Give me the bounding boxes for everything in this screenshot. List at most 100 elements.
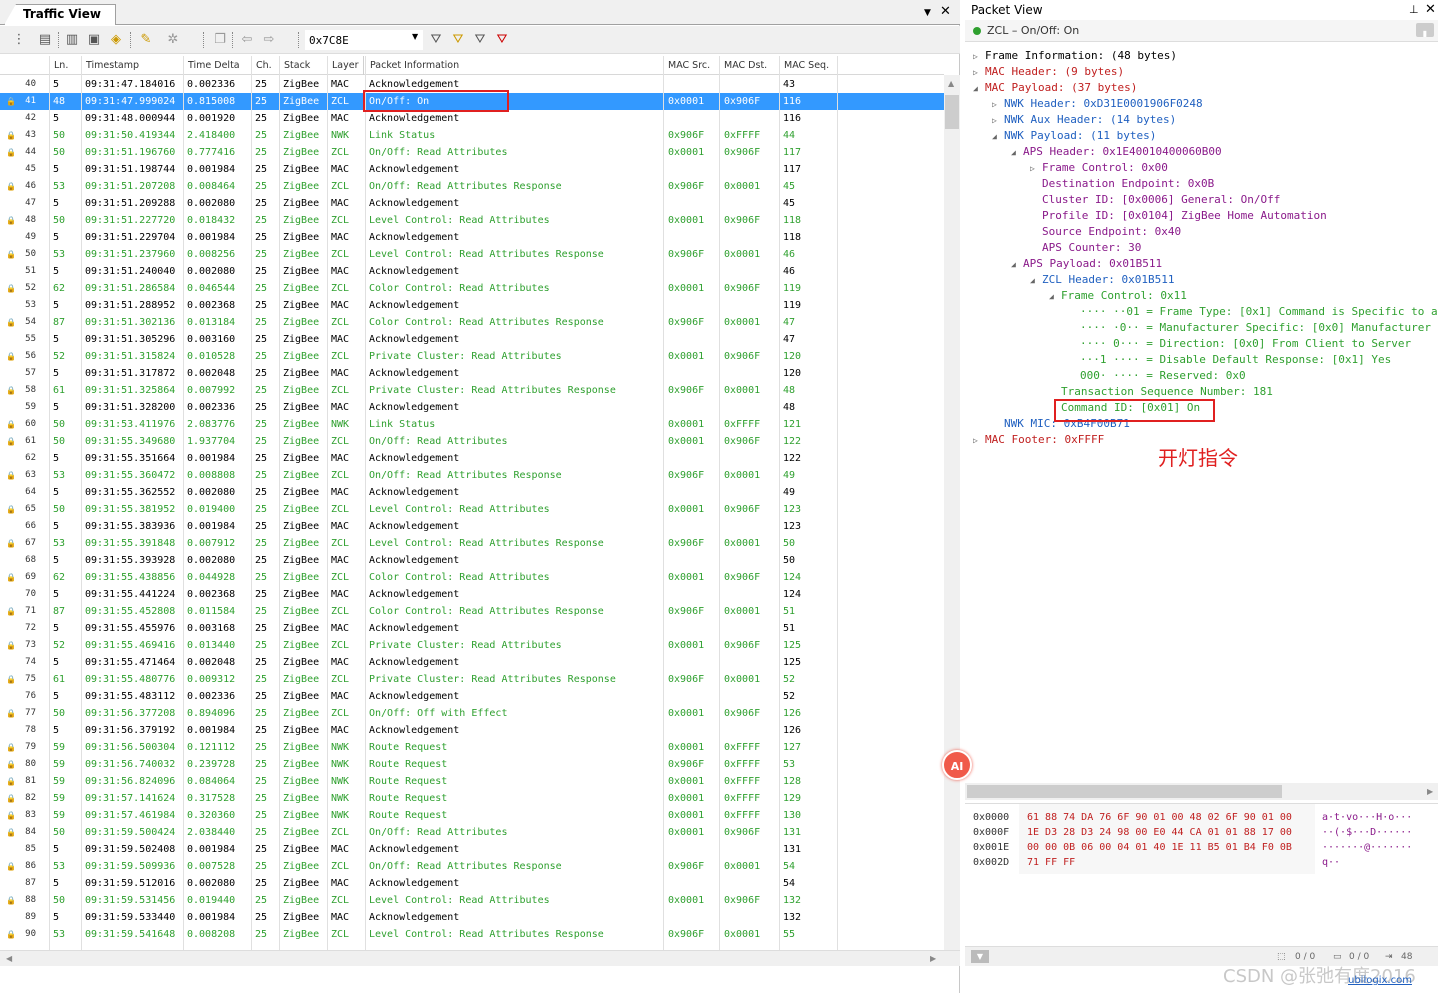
column-header-timestamp[interactable]: Timestamp — [82, 56, 184, 75]
table-row[interactable]: 🔒 46 53 09:31:51.207208 0.008464 25 ZigBee ZCL O… — [0, 178, 944, 195]
table-row[interactable]: 🔒 61 50 09:31:55.349680 1.937704 25 ZigBee ZCL O… — [0, 433, 944, 450]
table-row[interactable]: 87 5 09:31:59.512016 0.002080 25 ZigBee MAC Ack… — [0, 875, 944, 892]
filter-icon[interactable]: ⛛ — [427, 31, 445, 49]
table-row[interactable]: 🔒 43 50 09:31:50.419344 2.418400 25 ZigBee NWK L… — [0, 127, 944, 144]
table-row[interactable]: 🔒 60 50 09:31:53.411976 2.083776 25 ZigBee NWK L… — [0, 416, 944, 433]
collapsed-icon[interactable]: ▷ — [973, 433, 985, 449]
tree-node[interactable]: ▷ MAC Header: (9 bytes) — [973, 64, 1124, 80]
column-header-packet-information[interactable]: Packet Information — [366, 56, 664, 75]
collapsed-icon[interactable]: ▷ — [992, 113, 1004, 129]
vertical-scrollbar[interactable]: ▲ — [944, 75, 960, 950]
scroll-left-icon[interactable]: ◀ — [6, 954, 12, 963]
table-row[interactable]: 🔒 81 59 09:31:56.824096 0.084064 25 ZigBee NWK R… — [0, 773, 944, 790]
dropdown-icon[interactable]: ▼ — [924, 8, 931, 18]
filter-dropdown-icon[interactable]: ▼ — [412, 32, 418, 41]
table-row[interactable]: 🔒 54 87 09:31:51.302136 0.013184 25 ZigBee ZCL C… — [0, 314, 944, 331]
export-icon[interactable]: ◈ — [107, 31, 125, 49]
table-row[interactable]: 🔒 50 53 09:31:51.237960 0.008256 25 ZigBee ZCL L… — [0, 246, 944, 263]
tree-node[interactable]: Transaction Sequence Number: 181 — [1049, 384, 1273, 400]
save-icon[interactable]: ▤ — [36, 31, 54, 49]
column-header-ln[interactable]: Ln. — [50, 56, 82, 75]
table-row[interactable]: 🔒 63 53 09:31:55.360472 0.008808 25 ZigBee ZCL O… — [0, 467, 944, 484]
table-row[interactable]: 53 5 09:31:51.288952 0.002368 25 ZigBee MAC Ack… — [0, 297, 944, 314]
table-row[interactable]: 🔒 73 52 09:31:55.469416 0.013440 25 ZigBee ZCL P… — [0, 637, 944, 654]
back-icon[interactable]: ⇦ — [238, 31, 256, 49]
tree-node[interactable]: ▷ Frame Information: (48 bytes) — [973, 48, 1177, 64]
tree-node[interactable]: ◢ Frame Control: 0x11 — [1049, 288, 1187, 304]
tree-node[interactable]: 000· ···· = Reserved: 0x0 — [1068, 368, 1246, 384]
table-row[interactable]: 🔒 80 59 09:31:56.740032 0.239728 25 ZigBee NWK R… — [0, 756, 944, 773]
collapsed-icon[interactable]: ▷ — [992, 97, 1004, 113]
columns-icon[interactable]: ▥ — [63, 31, 81, 49]
table-row[interactable]: 76 5 09:31:55.483112 0.002336 25 ZigBee MAC Ack… — [0, 688, 944, 705]
scroll-up-icon[interactable]: ▲ — [948, 79, 954, 88]
column-header-mac-dst[interactable]: MAC Dst. — [720, 56, 780, 75]
table-row[interactable]: 64 5 09:31:55.362552 0.002080 25 ZigBee MAC Ack… — [0, 484, 944, 501]
close-icon[interactable]: ✕ — [1425, 2, 1436, 17]
tree-node[interactable]: ◢ ZCL Header: 0x01B511 — [1030, 272, 1174, 288]
filter-clear-icon[interactable]: ⛛ — [493, 31, 511, 49]
table-row[interactable]: 70 5 09:31:55.441224 0.002368 25 ZigBee MAC Ack… — [0, 586, 944, 603]
filter-add-icon[interactable]: ⛛ — [449, 31, 467, 49]
horizontal-scrollbar[interactable]: ◀ ▶ — [0, 950, 960, 966]
table-row[interactable]: 62 5 09:31:55.351664 0.001984 25 ZigBee MAC Ack… — [0, 450, 944, 467]
collapsed-icon[interactable]: ▷ — [973, 49, 985, 65]
scroll-thumb[interactable] — [967, 785, 1282, 798]
expanded-icon[interactable]: ◢ — [1030, 273, 1042, 289]
table-row[interactable]: 51 5 09:31:51.240040 0.002080 25 ZigBee MAC Ack… — [0, 263, 944, 280]
tree-node[interactable]: APS Counter: 30 — [1030, 240, 1141, 256]
table-row[interactable]: 49 5 09:31:51.229704 0.001984 25 ZigBee MAC Ack… — [0, 229, 944, 246]
lock-icon[interactable]: ▮ — [1416, 23, 1434, 38]
table-row[interactable]: 🔒 84 50 09:31:59.500424 2.038440 25 ZigBee ZCL O… — [0, 824, 944, 841]
expanded-icon[interactable]: ◢ — [1011, 257, 1023, 273]
table-row[interactable]: 55 5 09:31:51.305296 0.003160 25 ZigBee MAC Ack… — [0, 331, 944, 348]
column-header-time-delta[interactable]: Time Delta — [184, 56, 252, 75]
tree-node[interactable]: ···· ··01 = Frame Type: [0x1] Command is… — [1068, 304, 1438, 320]
table-row[interactable]: 89 5 09:31:59.533440 0.001984 25 ZigBee MAC Ack… — [0, 909, 944, 926]
table-row[interactable]: 🔒 79 59 09:31:56.500304 0.121112 25 ZigBee NWK R… — [0, 739, 944, 756]
column-header-stack[interactable]: Stack — [280, 56, 328, 75]
table-row[interactable]: 45 5 09:31:51.198744 0.001984 25 ZigBee MAC Ack… — [0, 161, 944, 178]
table-row[interactable]: 66 5 09:31:55.383936 0.001984 25 ZigBee MAC Ack… — [0, 518, 944, 535]
scroll-right-icon[interactable]: ▶ — [930, 954, 936, 963]
ai-assistant-button[interactable]: AI — [942, 750, 972, 780]
collapse-icon[interactable]: ▼ — [971, 950, 989, 963]
tree-node[interactable]: ▷ MAC Footer: 0xFFFF — [973, 432, 1104, 448]
column-header-layer[interactable]: Layer — [328, 56, 364, 75]
copy-icon[interactable]: ❐ — [211, 31, 229, 49]
tree-node[interactable]: Destination Endpoint: 0x0B — [1030, 176, 1214, 192]
tree-node[interactable]: ▷ NWK Header: 0xD31E0001906F0248 — [992, 96, 1203, 112]
tree-node[interactable]: ···· ·0·· = Manufacturer Specific: [0x0]… — [1068, 320, 1431, 336]
column-header-ch[interactable]: Ch. — [252, 56, 280, 75]
table-row[interactable]: 🔒 52 62 09:31:51.286584 0.046544 25 ZigBee ZCL C… — [0, 280, 944, 297]
table-row[interactable]: 85 5 09:31:59.502408 0.001984 25 ZigBee MAC Ack… — [0, 841, 944, 858]
collapsed-icon[interactable]: ▷ — [1030, 161, 1042, 177]
tree-node[interactable]: ◢ MAC Payload: (37 bytes) — [973, 80, 1137, 96]
table-row[interactable]: 57 5 09:31:51.317872 0.002048 25 ZigBee MAC Ack… — [0, 365, 944, 382]
gear-icon[interactable]: ✲ — [164, 31, 182, 49]
scroll-right-icon[interactable]: ▶ — [1427, 787, 1433, 796]
tree-node[interactable]: ···1 ···· = Disable Default Response: [0… — [1068, 352, 1391, 368]
table-row[interactable]: 🔒 71 87 09:31:55.452808 0.011584 25 ZigBee ZCL C… — [0, 603, 944, 620]
address-filter-input[interactable] — [305, 30, 423, 50]
table-row[interactable]: 🔒 86 53 09:31:59.509936 0.007528 25 ZigBee ZCL O… — [0, 858, 944, 875]
expanded-icon[interactable]: ◢ — [992, 129, 1004, 145]
table-row[interactable]: 42 5 09:31:48.000944 0.001920 25 ZigBee MAC Ack… — [0, 110, 944, 127]
scroll-thumb[interactable] — [945, 95, 959, 129]
tree-node[interactable]: ◢ NWK Payload: (11 bytes) — [992, 128, 1156, 144]
table-row[interactable]: 🔒 83 59 09:31:57.461984 0.320360 25 ZigBee NWK R… — [0, 807, 944, 824]
table-row[interactable]: 59 5 09:31:51.328200 0.002336 25 ZigBee MAC Ack… — [0, 399, 944, 416]
tab-traffic-view[interactable]: Traffic View — [4, 4, 116, 25]
table-row[interactable]: 47 5 09:31:51.209288 0.002080 25 ZigBee MAC Ack… — [0, 195, 944, 212]
table-row[interactable]: 68 5 09:31:55.393928 0.002080 25 ZigBee MAC Ack… — [0, 552, 944, 569]
table-row[interactable]: 🔒 69 62 09:31:55.438856 0.044928 25 ZigBee ZCL C… — [0, 569, 944, 586]
tree-node[interactable]: ◢ APS Payload: 0x01B511 — [1011, 256, 1162, 272]
close-icon[interactable]: ✕ — [940, 4, 951, 19]
column-header-mac-seq[interactable]: MAC Seq. — [780, 56, 838, 75]
table-row[interactable]: 🔒 82 59 09:31:57.141624 0.317528 25 ZigBee NWK R… — [0, 790, 944, 807]
window-icon[interactable]: ▣ — [85, 31, 103, 49]
table-row[interactable]: 🔒 88 50 09:31:59.531456 0.019440 25 ZigBee ZCL L… — [0, 892, 944, 909]
tree-node[interactable]: ◢ APS Header: 0x1E40010400060B00 — [1011, 144, 1222, 160]
tree-node[interactable]: Profile ID: [0x0104] ZigBee Home Automat… — [1030, 208, 1327, 224]
table-row[interactable]: 74 5 09:31:55.471464 0.002048 25 ZigBee MAC Ack… — [0, 654, 944, 671]
